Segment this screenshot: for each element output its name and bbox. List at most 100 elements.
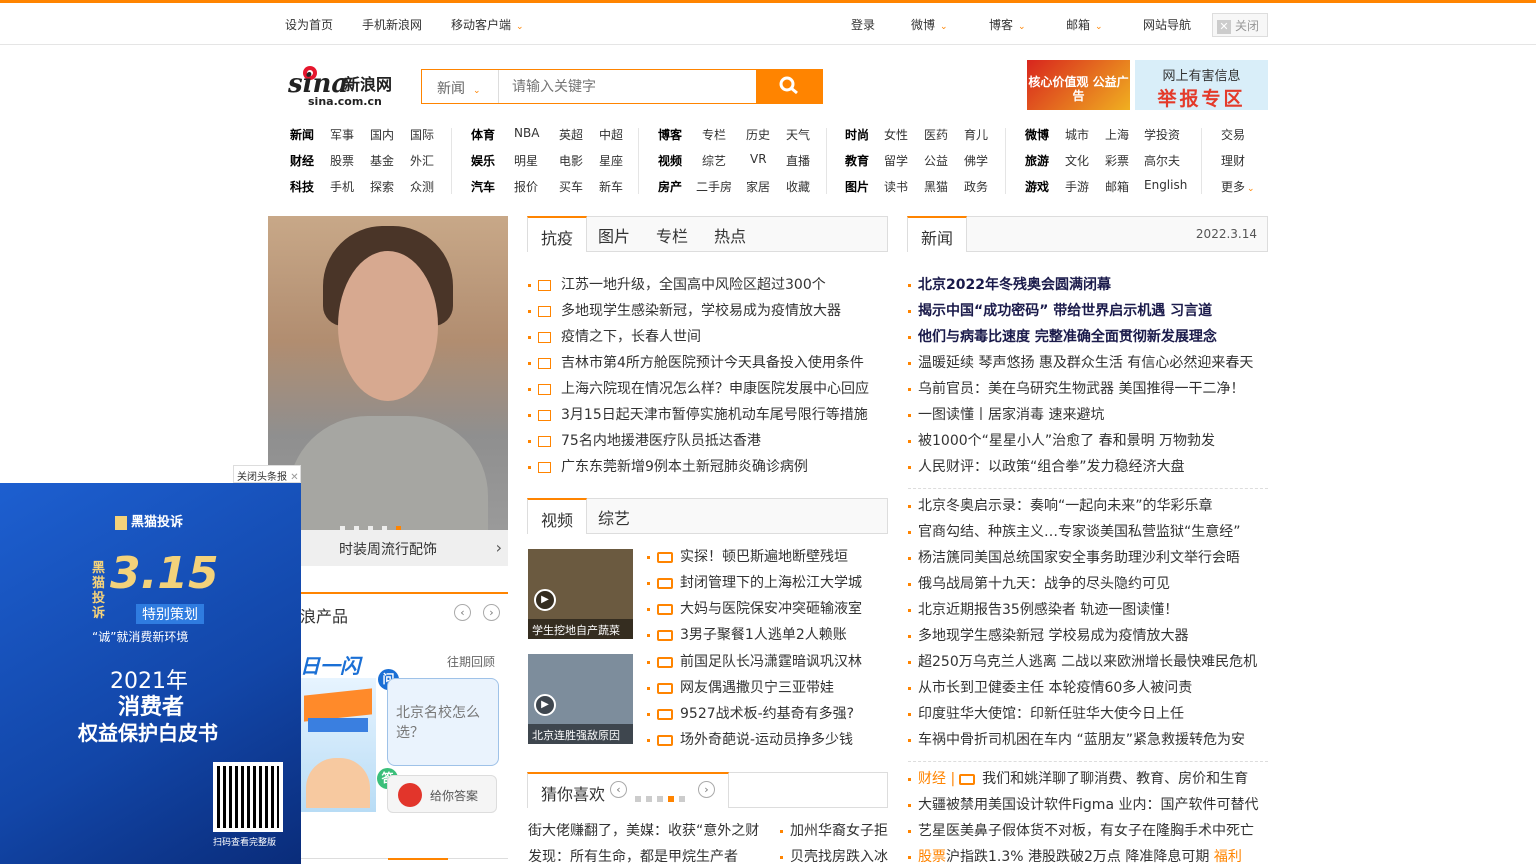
list-item[interactable]: 人民财评：以政策“组合拳”发力稳经济大盘 xyxy=(908,459,1185,475)
list-item[interactable]: 广东东莞新增9例本土新冠肺炎确诊病例 xyxy=(528,459,808,475)
list-item[interactable]: 江苏一地升级，全国高中风险区超过300个 xyxy=(528,277,826,293)
slide-caption[interactable]: 时装周流行配饰 xyxy=(268,530,508,566)
nav-column[interactable]: 专栏 xyxy=(702,126,726,143)
close-button[interactable]: ✕ 关闭 xyxy=(1212,13,1268,37)
nav-mailbox[interactable]: 邮箱 xyxy=(1105,178,1129,195)
nav-variety[interactable]: 综艺 xyxy=(702,152,726,169)
list-item[interactable]: 加州华裔女子拒 xyxy=(780,823,888,839)
list-item[interactable]: 杨洁篪同美国总统国家安全事务助理沙利文举行会晤 xyxy=(908,550,1240,566)
nav-ent[interactable]: 娱乐 xyxy=(471,152,495,169)
welfare-tag[interactable]: 福利 xyxy=(1214,849,1242,865)
mobile-client-menu[interactable]: 移动客户端 ⌄ xyxy=(451,16,524,33)
nav-weibo[interactable]: 微博 xyxy=(1025,126,1049,143)
set-homepage-link[interactable]: 设为首页 xyxy=(285,16,333,33)
nav-mobilegames[interactable]: 手游 xyxy=(1065,178,1089,195)
list-item[interactable]: 75名内地援港医疗队员抵达香港 xyxy=(528,433,761,449)
nav-history[interactable]: 历史 xyxy=(746,126,770,143)
list-item[interactable]: 多地现学生感染新冠，学校易成为疫情放大器 xyxy=(528,303,841,319)
nav-travel[interactable]: 旅游 xyxy=(1025,152,1049,169)
play-icon[interactable]: ▶ xyxy=(534,694,556,716)
nav-invest[interactable]: 学投资 xyxy=(1144,126,1180,143)
tab-pictures[interactable]: 图片 xyxy=(585,216,643,252)
close-ad-button[interactable]: 关闭头条报 ✕ xyxy=(233,465,301,483)
nav-blackcat[interactable]: 黑猫 xyxy=(924,178,948,195)
list-item[interactable]: 贝壳找房跌入冰 xyxy=(780,849,888,865)
page-dot-active[interactable] xyxy=(668,796,674,802)
list-item[interactable]: 财经 | 我们和姚洋聊了聊消费、教育、房价和生育 xyxy=(908,771,1248,787)
nav-epl[interactable]: 英超 xyxy=(559,126,583,143)
weibo-menu[interactable]: 微博 ⌄ xyxy=(911,16,948,33)
nav-secondhand[interactable]: 二手房 xyxy=(696,178,732,195)
tab-news[interactable]: 新闻 xyxy=(907,216,968,252)
nav-news[interactable]: 新闻 xyxy=(290,126,314,143)
nav-charity[interactable]: 公益 xyxy=(924,152,948,169)
nav-vr[interactable]: VR xyxy=(750,152,767,166)
nav-sports[interactable]: 体育 xyxy=(471,126,495,143)
list-item[interactable]: 实探！顿巴斯遍地断壁残垣 xyxy=(647,549,848,565)
nav-domestic[interactable]: 国内 xyxy=(370,126,394,143)
chevron-left-icon[interactable]: ‹ xyxy=(610,781,627,798)
nav-mobile[interactable]: 手机 xyxy=(330,178,354,195)
list-item[interactable]: 温暖延续 琴声悠扬 惠及群众生活 有信心必然迎来春天 xyxy=(908,355,1253,371)
list-item[interactable]: 9527战术板-约基奇有多强? xyxy=(647,706,854,722)
search-channel-select[interactable]: 新闻 ⌄ xyxy=(422,70,499,103)
photo-slideshow[interactable]: 时装周流行配饰 › xyxy=(268,216,508,566)
page-dot[interactable] xyxy=(646,796,652,802)
nav-blog[interactable]: 博客 xyxy=(658,126,682,143)
search-input[interactable] xyxy=(500,70,756,103)
nav-newcar[interactable]: 新车 xyxy=(599,178,623,195)
nav-international[interactable]: 国际 xyxy=(410,126,434,143)
list-item[interactable]: 3月15日起天津市暂停实施机动车尾号限行等措施 xyxy=(528,407,868,423)
nav-home[interactable]: 家居 xyxy=(746,178,770,195)
nav-women[interactable]: 女性 xyxy=(884,126,908,143)
nav-golf[interactable]: 高尔夫 xyxy=(1144,152,1180,169)
public-service-ad[interactable]: 核心价值观 公益广告 xyxy=(1027,60,1130,110)
list-item[interactable]: 艺星医美鼻子假体货不对板，有女子在隆胸手术中死亡 xyxy=(908,823,1254,839)
list-item[interactable]: 街大佬赚翻了，美媒：收获“意外之财 xyxy=(528,823,773,839)
nav-house[interactable]: 房产 xyxy=(658,178,682,195)
list-item[interactable]: 超250万乌克兰人逃离 二战以来欧洲增长最快难民危机 xyxy=(908,654,1257,670)
nav-live[interactable]: 直播 xyxy=(786,152,810,169)
mobile-sina-link[interactable]: 手机新浪网 xyxy=(362,16,422,33)
nav-shanghai[interactable]: 上海 xyxy=(1105,126,1129,143)
nav-finance[interactable]: 财经 xyxy=(290,152,314,169)
chevron-left-icon[interactable]: ‹ xyxy=(454,604,471,621)
report-zone-ad[interactable]: 网上有害信息 举报专区 xyxy=(1135,60,1268,110)
list-item[interactable]: 股票沪指跌1.3% 港股跌破2万点 降准降息可期 福利 xyxy=(908,849,1242,865)
list-item[interactable]: 疫情之下，长春人世间 xyxy=(528,329,701,345)
headline-item[interactable]: 北京2022年冬残奥会圆满闭幕 xyxy=(908,277,1111,293)
headline-item[interactable]: 他们与病毒比速度 完整准确全面贯彻新发展理念 xyxy=(908,329,1217,345)
video-thumbnail[interactable]: ▶ 北京连胜强敌原因 xyxy=(528,654,633,744)
nav-medicine[interactable]: 医药 xyxy=(924,126,948,143)
nav-edu[interactable]: 教育 xyxy=(845,152,869,169)
nav-weather[interactable]: 天气 xyxy=(786,126,810,143)
list-item[interactable]: 多地现学生感染新冠 学校易成为疫情放大器 xyxy=(908,628,1188,644)
nav-wealth[interactable]: 理财 xyxy=(1221,152,1245,169)
nav-video[interactable]: 视频 xyxy=(658,152,682,169)
list-item[interactable]: 3男子聚餐1人逃单2人赖账 xyxy=(647,627,847,643)
nav-parenting[interactable]: 育儿 xyxy=(964,126,988,143)
nav-astro[interactable]: 星座 xyxy=(599,152,623,169)
nav-military[interactable]: 军事 xyxy=(330,126,354,143)
video-thumbnail[interactable]: ▶ 学生挖地自产蔬菜 xyxy=(528,549,633,639)
nav-abroad[interactable]: 留学 xyxy=(884,152,908,169)
nav-stocks[interactable]: 股票 xyxy=(330,152,354,169)
nav-buddhism[interactable]: 佛学 xyxy=(964,152,988,169)
tab-variety[interactable]: 综艺 xyxy=(585,498,643,534)
answer-button[interactable]: 给你答案 xyxy=(387,775,497,813)
tab-columns[interactable]: 专栏 xyxy=(643,216,701,252)
blog-menu[interactable]: 博客 ⌄ xyxy=(989,16,1026,33)
page-dot[interactable] xyxy=(635,796,641,802)
list-item[interactable]: 吉林市第4所方舱医院预计今天具备投入使用条件 xyxy=(528,355,864,371)
list-item[interactable]: 印度驻华大使馆：印新任驻华大使今日上任 xyxy=(908,706,1184,722)
tab-video[interactable]: 视频 xyxy=(527,498,588,534)
list-item[interactable]: 前国足队长冯潇霆暗讽巩汉林 xyxy=(647,654,862,670)
nav-fashion[interactable]: 时尚 xyxy=(845,126,869,143)
search-button[interactable] xyxy=(756,69,823,104)
stock-tag[interactable]: 股票 xyxy=(918,849,946,865)
nav-games[interactable]: 游戏 xyxy=(1025,178,1049,195)
list-item[interactable]: 大疆被禁用美国设计软件Figma 业内：国产软件可替代 xyxy=(908,797,1258,813)
list-item[interactable]: 俄乌战局第十九天：战争的尽头隐约可见 xyxy=(908,576,1170,592)
list-item[interactable]: 网友偶遇撒贝宁三亚带娃 xyxy=(647,680,834,696)
site-nav-link[interactable]: 网站导航 xyxy=(1143,16,1191,33)
